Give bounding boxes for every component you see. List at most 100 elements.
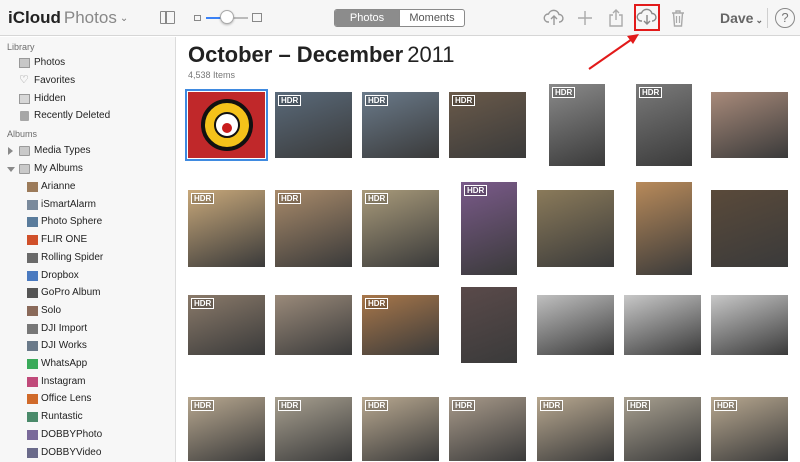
sidebar-item-album[interactable]: Rolling Spider bbox=[0, 250, 175, 267]
photo-thumbnail[interactable]: HDR bbox=[275, 397, 352, 461]
photo-thumbnail[interactable] bbox=[461, 287, 517, 363]
folder-icon bbox=[19, 164, 30, 174]
chevron-down-icon[interactable] bbox=[7, 167, 15, 172]
trash-icon[interactable] bbox=[667, 7, 689, 29]
photo-thumbnail[interactable]: HDR bbox=[188, 190, 265, 267]
photo-thumbnail[interactable] bbox=[537, 190, 614, 267]
user-name: Dave bbox=[720, 10, 754, 26]
sidebar-toggle-icon[interactable] bbox=[160, 11, 175, 24]
photo-thumbnail[interactable]: HDR bbox=[188, 397, 265, 461]
hdr-badge: HDR bbox=[365, 298, 389, 309]
photo-thumbnail[interactable] bbox=[185, 89, 268, 161]
sidebar-item-photos[interactable]: Photos bbox=[0, 55, 175, 72]
photo-thumbnail[interactable]: HDR bbox=[362, 92, 439, 158]
sidebar-item-album[interactable]: Arianne bbox=[0, 179, 175, 196]
view-segmented-control: Photos Moments bbox=[334, 9, 465, 27]
sidebar-item-album[interactable]: Solo bbox=[0, 303, 175, 320]
photo-thumbnail[interactable] bbox=[711, 295, 788, 355]
photo-thumbnail[interactable]: HDR bbox=[549, 84, 605, 166]
sidebar-item-label: GoPro Album bbox=[41, 287, 101, 299]
sidebar-item-album[interactable]: DJI Works bbox=[0, 338, 175, 355]
app-title[interactable]: iCloud Photos ⌄ bbox=[8, 8, 128, 28]
sidebar-item-recently-deleted[interactable]: Recently Deleted bbox=[0, 108, 175, 125]
photo-thumbnail[interactable]: HDR bbox=[449, 397, 526, 461]
album-thumbnail-icon bbox=[27, 305, 38, 316]
share-icon[interactable] bbox=[605, 7, 627, 29]
app-name-light: Photos bbox=[63, 8, 117, 27]
hdr-badge: HDR bbox=[365, 400, 389, 411]
photo-thumbnail[interactable]: HDR bbox=[188, 295, 265, 355]
sidebar-item-album[interactable]: Instagram bbox=[0, 374, 175, 391]
sidebar-item-album[interactable]: DJI Import bbox=[0, 321, 175, 338]
zoom-slider-thumb[interactable] bbox=[220, 10, 234, 24]
sidebar-item-album[interactable]: WhatsApp bbox=[0, 356, 175, 373]
sidebar: Library Photos ♡ Favorites Hidden Recent… bbox=[0, 37, 176, 462]
photo-thumbnail[interactable] bbox=[537, 295, 614, 355]
photo-thumbnail[interactable]: HDR bbox=[275, 92, 352, 158]
photo-thumbnail[interactable]: HDR bbox=[275, 190, 352, 267]
photo-thumbnail[interactable]: HDR bbox=[362, 190, 439, 267]
sidebar-item-label: Instagram bbox=[41, 375, 86, 387]
logo-center bbox=[213, 112, 240, 138]
sidebar-item-favorites[interactable]: ♡ Favorites bbox=[0, 73, 175, 90]
album-thumbnail-icon bbox=[27, 235, 38, 246]
photo-thumbnail[interactable]: HDR bbox=[537, 397, 614, 461]
tab-photos[interactable]: Photos bbox=[335, 10, 399, 26]
sidebar-item-album[interactable]: FLIR ONE bbox=[0, 232, 175, 249]
sidebar-item-label: Rolling Spider bbox=[41, 251, 104, 263]
sidebar-item-album[interactable]: Runtastic bbox=[0, 409, 175, 426]
download-icon[interactable] bbox=[636, 6, 658, 28]
photo-thumbnail[interactable] bbox=[636, 182, 692, 275]
album-thumbnail-icon bbox=[27, 199, 38, 210]
hdr-badge: HDR bbox=[365, 193, 389, 204]
sidebar-item-label: DOBBYPhoto bbox=[41, 428, 103, 440]
sidebar-item-album[interactable]: Office Lens bbox=[0, 391, 175, 408]
sidebar-item-album[interactable]: DOBBYPhoto bbox=[0, 427, 175, 444]
sidebar-item-label: Photo Sphere bbox=[41, 216, 103, 228]
add-icon[interactable] bbox=[574, 7, 596, 29]
sidebar-item-label: Arianne bbox=[41, 181, 76, 192]
albums-section-title: Albums bbox=[7, 129, 38, 139]
hdr-badge: HDR bbox=[278, 95, 302, 106]
annotation-arrow-icon bbox=[588, 34, 639, 70]
photo-thumbnail[interactable]: HDR bbox=[449, 92, 526, 158]
sidebar-item-label: My Albums bbox=[34, 163, 83, 174]
zoom-in-icon bbox=[252, 13, 262, 22]
chevron-right-icon[interactable] bbox=[8, 147, 13, 155]
photo-thumbnail[interactable] bbox=[275, 295, 352, 355]
photo-thumbnail[interactable]: HDR bbox=[624, 397, 701, 461]
sidebar-item-my-albums[interactable]: My Albums bbox=[0, 161, 175, 178]
album-thumbnail-icon bbox=[27, 376, 38, 387]
sidebar-item-media-types[interactable]: Media Types bbox=[0, 143, 175, 160]
sidebar-item-album[interactable]: Photo Sphere bbox=[0, 214, 175, 231]
photo-thumbnail[interactable]: HDR bbox=[711, 397, 788, 461]
sidebar-item-album[interactable]: DOBBYVideo bbox=[0, 445, 175, 462]
photo-thumbnail[interactable] bbox=[624, 295, 701, 355]
sidebar-item-label: Media Types bbox=[34, 145, 91, 156]
sidebar-item-label: Office Lens bbox=[41, 393, 92, 405]
photo-thumbnail[interactable]: HDR bbox=[636, 84, 692, 166]
sidebar-item-album[interactable]: GoPro Album bbox=[0, 285, 175, 302]
album-thumbnail-icon bbox=[27, 217, 38, 228]
sidebar-item-album[interactable]: iSmartAlarm bbox=[0, 197, 175, 214]
sidebar-item-label: DJI Works bbox=[41, 340, 87, 352]
sidebar-item-label: iSmartAlarm bbox=[41, 198, 97, 210]
tab-moments[interactable]: Moments bbox=[399, 10, 464, 26]
sidebar-item-hidden[interactable]: Hidden bbox=[0, 91, 175, 108]
photo-thumbnail[interactable]: HDR bbox=[461, 182, 517, 275]
hdr-badge: HDR bbox=[452, 400, 476, 411]
user-menu[interactable]: Dave ⌄ bbox=[720, 10, 763, 26]
app-name-bold: iCloud bbox=[8, 8, 61, 27]
sidebar-item-album[interactable]: Dropbox bbox=[0, 268, 175, 285]
photo-thumbnail[interactable]: HDR bbox=[362, 295, 439, 355]
upload-icon[interactable] bbox=[543, 7, 565, 29]
photo-thumbnail[interactable]: HDR bbox=[362, 397, 439, 461]
photo-thumbnail[interactable] bbox=[711, 92, 788, 158]
album-thumbnail-icon bbox=[27, 447, 38, 458]
folder-icon bbox=[19, 146, 30, 156]
toolbar-divider bbox=[767, 8, 768, 28]
sidebar-item-label: Hidden bbox=[34, 93, 66, 104]
chevron-down-icon: ⌄ bbox=[119, 13, 129, 25]
help-button[interactable]: ? bbox=[775, 8, 795, 28]
photo-thumbnail[interactable] bbox=[711, 190, 788, 267]
